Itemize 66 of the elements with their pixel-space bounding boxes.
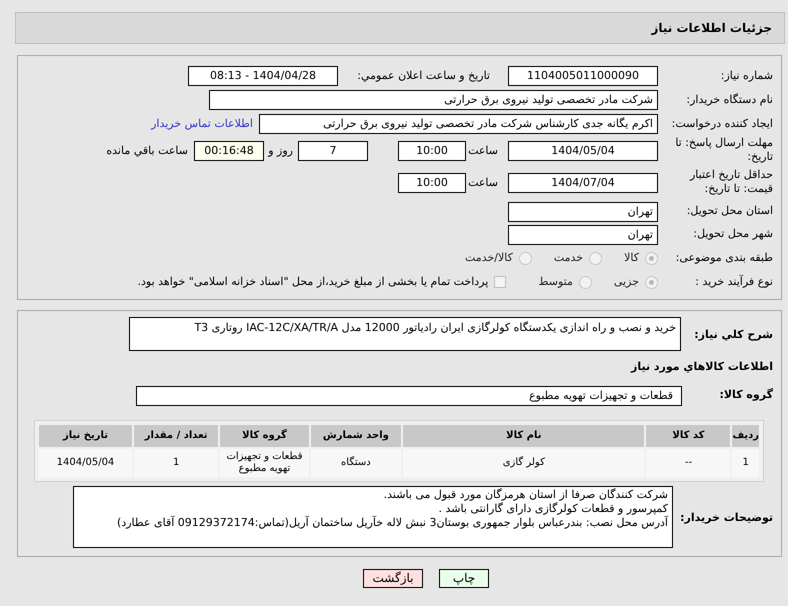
remaining-label: ساعت باقي مانده bbox=[106, 143, 189, 159]
table-cell: قطعات و تجهیزات تهویه مطبوع bbox=[220, 448, 309, 476]
option-label: متوسط bbox=[538, 274, 573, 290]
time-label: ساعت bbox=[467, 175, 499, 191]
text-field[interactable]: تهران bbox=[508, 224, 658, 244]
radio-button[interactable] bbox=[578, 276, 592, 288]
back-button[interactable]: بازگشت bbox=[363, 568, 423, 588]
column-header: نام کالا bbox=[403, 424, 644, 446]
days-field[interactable]: 7 bbox=[298, 141, 368, 161]
text-field[interactable]: 10:00 bbox=[398, 141, 466, 161]
column-header: ردیف bbox=[732, 424, 759, 446]
field-label: مهلت ارسال پاسخ: تا تاریخ: bbox=[674, 136, 774, 164]
section-heading: اطلاعات کالاهاي مورد نياز bbox=[631, 359, 773, 375]
print-button[interactable]: چاپ bbox=[439, 568, 489, 588]
days-label: روز و bbox=[266, 143, 294, 159]
checkbox[interactable] bbox=[494, 276, 506, 288]
remaining-time-field[interactable]: 00:16:48 bbox=[194, 141, 264, 161]
table-cell: 1 bbox=[134, 448, 218, 476]
page-title: جزئیات اطلاعات نیاز bbox=[651, 20, 772, 37]
description-textarea[interactable]: خرید و نصب و راه اندازی یکدستگاه کولرگازی ایران رادیاتور 12000 مدل IAC-12C/XA/TR/A روتاری T3 bbox=[129, 317, 681, 351]
field-label: نوع فرآیند خرید : bbox=[694, 274, 774, 290]
column-header: واحد شمارش bbox=[310, 424, 402, 446]
field-label: توضیحات خریدار: bbox=[679, 510, 774, 526]
text-field[interactable]: 10:00 bbox=[398, 173, 466, 193]
table-cell: 1 bbox=[732, 448, 759, 476]
field-label: گروه کالا: bbox=[718, 387, 774, 404]
notes-textarea[interactable] bbox=[73, 486, 673, 548]
field-label: شرح کلي نياز: bbox=[693, 327, 774, 343]
table-cell: کولر گازی bbox=[403, 448, 644, 476]
option-label: کالا/خدمت bbox=[465, 250, 513, 266]
radio-button[interactable] bbox=[645, 252, 658, 264]
note-line: شرکت کنندگان صرفا از استان هرمزگان مورد قبول می باشند. bbox=[384, 488, 668, 501]
radio-button[interactable] bbox=[589, 252, 602, 264]
field-label: نام دستگاه خریدار: bbox=[685, 92, 774, 108]
text-field[interactable]: 1404/04/28 - 08:13 bbox=[188, 66, 338, 86]
buyer-contact-link[interactable]: اطلاعات تماس خریدار bbox=[151, 116, 253, 132]
field-label: طبقه بندی موضوعی: bbox=[674, 250, 774, 266]
table-cell: 1404/05/04 bbox=[39, 448, 132, 476]
note-line: آدرس محل نصب: بندرعباس بلوار جمهوری بوستان3 نبش لاله خآریل ساختمان آریل(تماس:09129372174 آقای عطارد) bbox=[117, 516, 668, 530]
field-label: شماره نیاز: bbox=[720, 68, 774, 84]
field-label: تاریخ و ساعت اعلان عمومي: bbox=[356, 68, 491, 84]
table-cell: دستگاه bbox=[310, 448, 402, 476]
text-field[interactable]: 1404/05/04 bbox=[508, 141, 658, 161]
column-header: گروه کالا bbox=[220, 424, 309, 446]
time-label: ساعت bbox=[467, 143, 499, 159]
field-label: ایجاد کننده درخواست: bbox=[670, 116, 774, 132]
field-label: حداقل تاریخ اعتبار قیمت: تا تاریخ: bbox=[688, 168, 774, 196]
radio-button[interactable] bbox=[518, 252, 532, 264]
text-field[interactable]: اکرم یگانه جدی کارشناس شرکت مادر تخصصی تولید نیروی برق حرارتی bbox=[259, 114, 658, 134]
option-label: جزیی bbox=[614, 274, 639, 290]
field-label: استان محل تحویل: bbox=[686, 203, 774, 220]
text-field[interactable]: 1104005011000090 bbox=[508, 66, 658, 86]
text-field[interactable]: 1404/07/04 bbox=[508, 173, 658, 193]
column-header: تعداد / مقدار bbox=[134, 424, 218, 446]
text-field[interactable]: قطعات و تجهیزات تهویه مطبوع bbox=[136, 386, 682, 406]
text-field[interactable]: تهران bbox=[508, 202, 658, 222]
option-label: خدمت bbox=[554, 250, 584, 266]
option-label: کالا bbox=[624, 250, 639, 266]
column-header: تاریخ نیاز bbox=[39, 424, 132, 446]
payment-note: پرداخت تمام یا بخشی از مبلغ خرید،از محل "اسناد خزانه اسلامی" خواهد بود. bbox=[138, 274, 488, 290]
text-field[interactable]: شرکت مادر تخصصی تولید نیروی برق حرارتی bbox=[209, 90, 658, 110]
table-cell: -- bbox=[646, 448, 730, 476]
column-header: کد کالا bbox=[646, 424, 730, 446]
note-line: کمپرسور و قطعات کولرگازی دارای گارانتی باشد . bbox=[438, 502, 668, 516]
field-label: شهر محل تحویل: bbox=[692, 226, 774, 242]
radio-button[interactable] bbox=[645, 276, 658, 288]
